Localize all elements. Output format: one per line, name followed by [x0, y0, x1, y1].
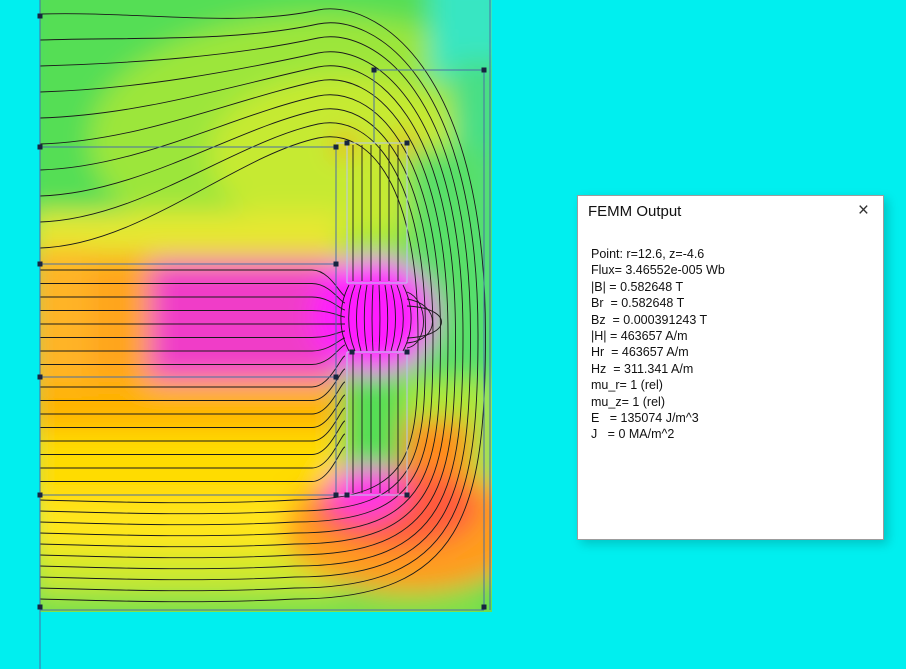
node-handle [333, 261, 339, 267]
node-handle [37, 604, 43, 610]
node-handle [481, 604, 487, 610]
dialog-body: Point: r=12.6, z=-4.6 Flux= 3.46552e-005… [578, 223, 883, 443]
output-line-bz: Bz = 0.000391243 T [591, 312, 708, 327]
dialog-titlebar[interactable]: FEMM Output × [578, 196, 883, 223]
node-handle [37, 144, 43, 150]
output-line-mur: mu_r= 1 (rel) [591, 378, 663, 393]
node-handle [371, 67, 377, 73]
node-handle [404, 140, 410, 146]
node-handle [344, 492, 350, 498]
node-handle [37, 492, 43, 498]
node-handle [333, 492, 339, 498]
femm-output-dialog: FEMM Output × Point: r=12.6, z=-4.6 Flux… [577, 195, 884, 540]
output-line-bmag: |B| = 0.582648 T [591, 279, 684, 294]
output-line-hr: Hr = 463657 A/m [591, 345, 689, 360]
node-handle [404, 492, 410, 498]
node-handle [349, 349, 355, 355]
node-handle [404, 349, 410, 355]
output-line-point: Point: r=12.6, z=-4.6 [591, 247, 705, 261]
node-handle [37, 261, 43, 267]
output-line-muz: mu_z= 1 (rel) [591, 394, 665, 409]
output-line-hz: Hz = 311.341 A/m [591, 361, 694, 376]
node-handle [37, 13, 43, 19]
close-icon[interactable]: × [852, 201, 875, 221]
node-handle [37, 374, 43, 380]
output-line-e: E = 135074 J/m^3 [591, 411, 699, 426]
node-handle [481, 67, 487, 73]
output-line-br: Br = 0.582648 T [591, 296, 685, 311]
dialog-title: FEMM Output [588, 203, 682, 220]
node-handle [333, 374, 339, 380]
output-line-flux: Flux= 3.46552e-005 Wb [591, 263, 725, 278]
node-handle [344, 140, 350, 146]
node-handle [333, 144, 339, 150]
output-line-j: J = 0 MA/m^2 [591, 427, 675, 442]
output-line-hmag: |H| = 463657 A/m [591, 329, 688, 344]
